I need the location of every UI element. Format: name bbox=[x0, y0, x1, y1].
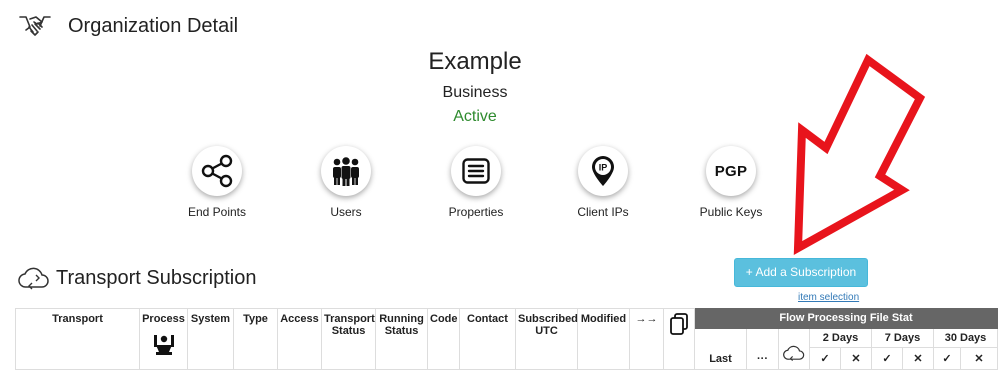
col-copy[interactable] bbox=[663, 308, 695, 370]
ip-pin-icon: IP bbox=[592, 156, 614, 186]
nav-label-client-ips: Client IPs bbox=[577, 205, 629, 219]
col-transport[interactable]: Transport bbox=[15, 308, 140, 370]
page-header: Organization Detail bbox=[18, 10, 238, 42]
col-cloud[interactable] bbox=[778, 328, 810, 370]
col-last[interactable]: Last bbox=[694, 328, 747, 370]
check-icon[interactable]: ✓ bbox=[871, 347, 903, 370]
flow-processing-header: Flow Processing File Stat bbox=[694, 308, 998, 329]
col-process[interactable]: Process bbox=[139, 308, 188, 370]
ip-text: IP bbox=[599, 163, 608, 173]
col-transport-status[interactable]: Transport Status bbox=[321, 308, 376, 370]
group-7-days: 7 Days bbox=[871, 328, 934, 348]
cloud-sync-icon bbox=[18, 267, 49, 290]
client-ips-circle[interactable]: IP bbox=[578, 146, 628, 196]
transport-subscription-table: Transport Process System Type Access Tra… bbox=[15, 308, 998, 370]
col-forward-arrows[interactable]: →→ bbox=[629, 308, 664, 370]
col-running-status[interactable]: Running Status bbox=[375, 308, 428, 370]
nav-properties[interactable]: Properties bbox=[421, 146, 531, 219]
nav-label-public-keys: Public Keys bbox=[699, 205, 763, 219]
end-points-circle[interactable] bbox=[192, 146, 242, 196]
nav-client-ips[interactable]: IP Client IPs bbox=[548, 146, 658, 219]
nav-label-end-points: End Points bbox=[187, 205, 247, 219]
pgp-icon: PGP bbox=[714, 162, 748, 180]
copy-icon bbox=[670, 313, 688, 335]
group-2-days: 2 Days bbox=[809, 328, 872, 348]
col-modified[interactable]: Modified bbox=[577, 308, 630, 370]
col-more[interactable]: ··· bbox=[746, 328, 779, 370]
cloud-sync-icon bbox=[783, 345, 805, 361]
cross-icon[interactable]: ✕ bbox=[902, 347, 934, 370]
col-contact[interactable]: Contact bbox=[459, 308, 516, 370]
col-subscribed-utc[interactable]: Subscribed UTC bbox=[515, 308, 578, 370]
col-system[interactable]: System bbox=[187, 308, 234, 370]
nav-label-properties: Properties bbox=[448, 205, 504, 219]
nav-public-keys[interactable]: PGP Public Keys bbox=[676, 146, 786, 219]
col-access[interactable]: Access bbox=[277, 308, 322, 370]
page-title: Organization Detail bbox=[68, 14, 239, 37]
arms-up-person-icon bbox=[153, 335, 174, 355]
col-code[interactable]: Code bbox=[427, 308, 460, 370]
nav-users[interactable]: Users bbox=[291, 146, 401, 219]
share-nodes-icon bbox=[201, 154, 233, 188]
nav-end-points[interactable]: End Points bbox=[162, 146, 272, 219]
check-icon[interactable]: ✓ bbox=[809, 347, 841, 370]
group-30-days: 30 Days bbox=[933, 328, 998, 348]
add-subscription-button[interactable]: + Add a Subscription bbox=[734, 258, 868, 287]
col-type[interactable]: Type bbox=[233, 308, 278, 370]
users-group-icon bbox=[333, 157, 359, 186]
transport-subscription-title: Transport Subscription bbox=[56, 266, 257, 289]
red-arrow-annotation bbox=[793, 53, 925, 255]
nav-label-users: Users bbox=[330, 205, 362, 219]
public-keys-circle[interactable]: PGP bbox=[706, 146, 756, 196]
col-process-label: Process bbox=[142, 313, 185, 325]
item-selection-link[interactable]: item selection bbox=[798, 292, 859, 303]
transport-subscription-heading: Transport Subscription bbox=[18, 264, 256, 292]
list-box-icon bbox=[462, 158, 490, 184]
users-circle[interactable] bbox=[321, 146, 371, 196]
properties-circle[interactable] bbox=[451, 146, 501, 196]
check-icon[interactable]: ✓ bbox=[933, 347, 961, 370]
cross-icon[interactable]: ✕ bbox=[840, 347, 872, 370]
handshake-icon bbox=[19, 16, 51, 36]
cross-icon[interactable]: ✕ bbox=[960, 347, 998, 370]
